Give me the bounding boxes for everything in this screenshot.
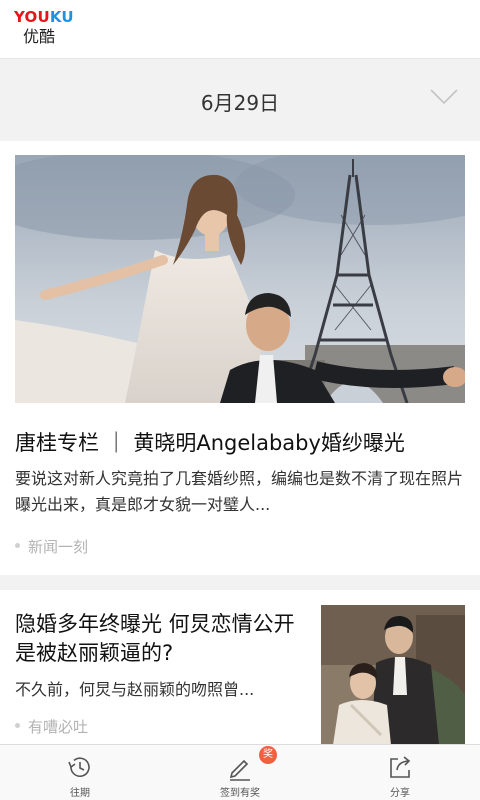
source-dot-icon: [15, 723, 20, 728]
article-source-label: 有嘈必吐: [28, 718, 89, 736]
reward-badge: 奖: [259, 746, 277, 764]
article-card[interactable]: 隐婚多年终曝光 何炅恋情公开是被赵丽颖逼的? 不久前，何炅与赵丽颖的吻照曾...…: [0, 590, 480, 745]
chevron-down-icon[interactable]: [430, 89, 458, 105]
youku-logo: YOUKU 优酷: [14, 9, 74, 47]
app-header: YOUKU 优酷: [0, 0, 480, 59]
tab-checkin-label: 签到有奖: [220, 788, 260, 799]
tab-share[interactable]: 分享: [320, 745, 480, 800]
article-source-label: 新闻一刻: [28, 538, 89, 556]
bottom-tab-bar: 往期 签到有奖 分享: [0, 744, 480, 800]
article-title[interactable]: 唐桂专栏 ｜ 黄晓明Angelababy婚纱曝光: [15, 427, 470, 457]
logo-wordmark: YOUKU: [14, 8, 74, 26]
tab-share-label: 分享: [390, 788, 410, 799]
history-clock-icon: [68, 757, 90, 777]
article-summary: 不久前，何炅与赵丽颖的吻照曾...: [15, 680, 255, 699]
article-thumbnail[interactable]: [321, 605, 465, 745]
issue-date: 6月29日: [200, 91, 280, 115]
pencil-checkin-icon: [229, 759, 250, 781]
app-screen: YOUKU 优酷 6月29日 唐桂专栏 ｜ 黄晓明Angelababy婚纱曝光 …: [0, 0, 480, 800]
date-bar: 6月29日: [0, 59, 480, 141]
share-icon: [390, 756, 411, 778]
article-hero-image: [15, 155, 465, 403]
article-card-featured[interactable]: 唐桂专栏 ｜ 黄晓明Angelababy婚纱曝光 要说这对新人究竟拍了几套婚纱照…: [0, 141, 480, 575]
article-summary: 要说这对新人究竟拍了几套婚纱照，编编也是数不清了现在照片曝光出来，真是郎才女貌一…: [15, 469, 464, 514]
section-divider: [0, 575, 480, 590]
source-dot-icon: [15, 543, 20, 548]
article-source: 新闻一刻: [15, 536, 88, 557]
tab-history-label: 往期: [70, 788, 90, 799]
logo-chinese-name: 优酷: [23, 27, 56, 46]
tab-history[interactable]: 往期: [0, 745, 160, 800]
article-source: 有嘈必吐: [15, 716, 88, 737]
tab-checkin[interactable]: 签到有奖: [160, 745, 320, 800]
article-title[interactable]: 隐婚多年终曝光 何炅恋情公开是被赵丽颖逼的?: [15, 610, 305, 668]
